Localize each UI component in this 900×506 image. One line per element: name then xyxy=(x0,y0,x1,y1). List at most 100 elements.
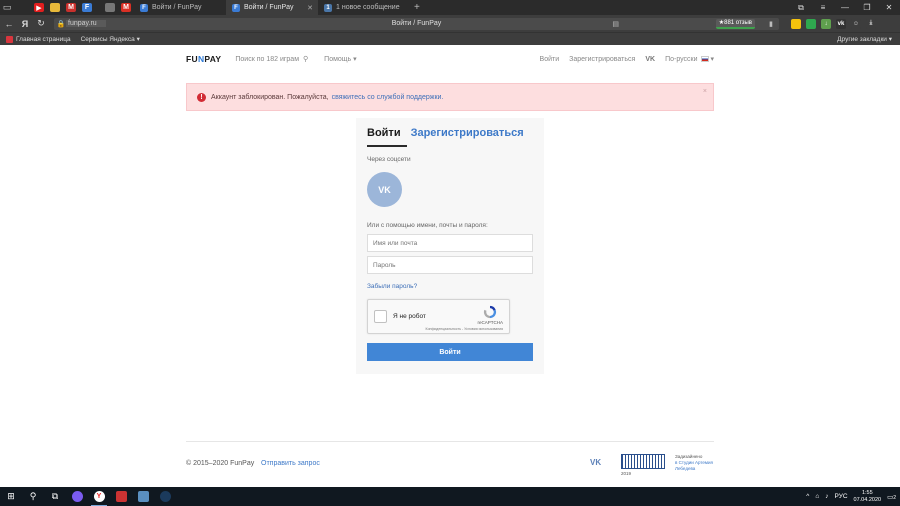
recaptcha-brand: reCAPTCHA xyxy=(477,320,503,325)
pinned-tab-icon[interactable]: M xyxy=(66,3,76,12)
extensions: ↓ vk ☺ ⤓ xyxy=(791,18,876,29)
login-card: Войти Зарегистрироваться Через соцсети V… xyxy=(356,118,544,374)
yandex-bookmark-icon xyxy=(6,35,13,43)
recaptcha-checkbox[interactable] xyxy=(374,310,387,323)
other-bookmarks[interactable]: Другие закладки ▾ xyxy=(837,35,892,43)
studio-credit[interactable]: Задизайнено в Студии Артемия Лебедева xyxy=(675,454,717,472)
bookmark-yandex-services[interactable]: Сервисы Яндекса ▾ xyxy=(81,35,140,43)
username-input[interactable] xyxy=(367,234,533,252)
site-header: FUNPAY Поиск по 182 играм ⚲ Помощь ▾ Вой… xyxy=(186,45,714,73)
tab-label: Войти / FunPay xyxy=(244,4,294,11)
menu-icon[interactable]: ≡ xyxy=(812,3,834,12)
restore-icon[interactable]: ❐ xyxy=(856,3,878,12)
close-tab-icon[interactable]: ✕ xyxy=(307,4,313,12)
pinned-tab-icon[interactable] xyxy=(50,3,60,12)
profile-icon[interactable]: ☺ xyxy=(851,18,861,29)
steam-icon[interactable] xyxy=(154,487,176,506)
game-search[interactable]: Поиск по 182 играм ⚲ xyxy=(235,55,308,64)
footer-vk-icon[interactable]: VK xyxy=(590,458,601,467)
adblock-shield-icon[interactable] xyxy=(806,18,816,29)
language-label: По-русски xyxy=(665,56,698,63)
page-title-in-omnibox: Войти / FunPay xyxy=(391,20,442,27)
active-tab-underline xyxy=(367,145,407,147)
screen: ▭ ▶ M F M F Войти / FunPay F Войти / Fun… xyxy=(0,0,900,506)
browser-tab[interactable]: 1 1 новое сообщение xyxy=(318,0,410,15)
pinned-gmail-icon[interactable]: M xyxy=(121,3,131,12)
recaptcha-terms[interactable]: Конфиденциальность - Условия использован… xyxy=(426,327,503,331)
new-tab-plus-icon[interactable]: + xyxy=(414,2,420,13)
minimize-icon[interactable]: — xyxy=(834,3,856,12)
other-bookmarks-label: Другие закладки ▾ xyxy=(837,36,892,43)
bookmark-icon[interactable]: ▮ xyxy=(769,20,773,28)
browser-tab-strip: ▭ ▶ M F M F Войти / FunPay F Войти / Fun… xyxy=(0,0,900,15)
app-icon[interactable] xyxy=(132,487,154,506)
vk-login-button[interactable]: VK xyxy=(367,172,402,207)
yandex-logo-icon[interactable]: Я xyxy=(18,19,32,29)
back-arrow-icon[interactable]: ← xyxy=(2,19,16,29)
barcode-year: 2019 xyxy=(621,471,632,476)
lock-icon[interactable]: 🔒 xyxy=(56,20,66,28)
vk-icon[interactable]: VK xyxy=(645,56,655,63)
input-language[interactable]: РУС xyxy=(835,493,848,500)
browser-tab[interactable]: F Войти / FunPay xyxy=(134,0,226,15)
window-controls: ⧉ ≡ — ❐ ✕ xyxy=(790,0,900,15)
download-extension-icon[interactable]: ↓ xyxy=(821,18,831,29)
app-icon[interactable] xyxy=(66,487,88,506)
volume-icon[interactable]: ♪ xyxy=(825,493,828,500)
logo-part: FU xyxy=(186,54,198,64)
help-menu[interactable]: Помощь ▾ xyxy=(324,55,357,63)
tab-manager-icon[interactable]: ▭ xyxy=(0,2,14,14)
bookmark-main-page[interactable]: Главная страница xyxy=(6,35,71,43)
yandex-browser-icon[interactable]: Y xyxy=(88,487,110,506)
support-link[interactable]: свяжитесь со службой поддержки. xyxy=(332,94,444,101)
funpay-logo[interactable]: FUNPAY xyxy=(186,54,221,64)
task-view-icon[interactable]: ⧉ xyxy=(44,487,66,506)
browser-tab-active[interactable]: F Войти / FunPay ✕ xyxy=(226,0,318,15)
downloads-icon[interactable]: ⤓ xyxy=(866,18,876,29)
forgot-password-link[interactable]: Забыли пароль? xyxy=(367,283,417,290)
recaptcha-widget: Я не робот reCAPTCHA Конфиденциальность … xyxy=(367,299,510,334)
header-right: Войти Зарегистрироваться VK По-русски ▾ xyxy=(540,55,714,64)
tab-login[interactable]: Войти xyxy=(367,127,401,139)
studio-link[interactable]: Лебедева xyxy=(675,466,717,472)
auth-tabs: Войти Зарегистрироваться xyxy=(367,127,524,139)
reader-mode-icon[interactable]: ▤ xyxy=(612,20,619,28)
app-icon[interactable] xyxy=(110,487,132,506)
pinned-youtube-icon[interactable]: ▶ xyxy=(34,3,44,12)
notification-count: 2 xyxy=(893,494,896,501)
purple-app-icon xyxy=(71,491,83,502)
send-request-link[interactable]: Отправить запрос xyxy=(261,460,320,467)
register-link[interactable]: Зарегистрироваться xyxy=(569,56,635,63)
system-tray: ^ ⌂ ♪ РУС 1:55 07.04.2020 ▭2 xyxy=(806,490,900,504)
vk-extension-icon[interactable]: vk xyxy=(836,18,846,29)
reload-icon[interactable]: ↻ xyxy=(34,18,48,29)
pinned-funpay-icon[interactable]: F xyxy=(82,3,92,12)
pinned-tab-icon[interactable] xyxy=(105,3,115,12)
extension-icon[interactable] xyxy=(791,18,801,29)
bookmarks-icon[interactable]: ⧉ xyxy=(790,3,812,13)
password-input[interactable] xyxy=(367,256,533,274)
vk-favicon-icon: 1 xyxy=(324,3,332,12)
network-icon[interactable]: ⌂ xyxy=(815,493,819,500)
barcode-logo-icon[interactable] xyxy=(621,454,665,469)
reviews-badge[interactable]: ★881 отзыв xyxy=(715,18,755,29)
windows-start-icon[interactable]: ⊞ xyxy=(0,487,22,506)
notifications-icon[interactable]: ▭2 xyxy=(887,493,896,501)
login-submit-button[interactable]: Войти xyxy=(367,343,533,361)
language-select[interactable]: По-русски ▾ xyxy=(665,55,714,63)
login-link[interactable]: Войти xyxy=(540,56,560,63)
search-icon[interactable]: ⚲ xyxy=(22,487,44,506)
search-placeholder[interactable]: Поиск по 182 играм xyxy=(235,56,299,63)
close-window-icon[interactable]: ✕ xyxy=(878,3,900,12)
clock-time: 1:55 xyxy=(861,489,873,496)
close-alert-icon[interactable]: × xyxy=(703,88,707,95)
clock-date: 07.04.2020 xyxy=(853,496,882,503)
tab-register[interactable]: Зарегистрироваться xyxy=(411,127,524,139)
clock[interactable]: 1:55 07.04.2020 xyxy=(854,490,882,504)
omnibox[interactable]: 🔒 funpay.ru Войти / FunPay ▤ ★881 отзыв … xyxy=(54,17,779,30)
footer-divider xyxy=(186,441,714,442)
yandex-logo-icon: Y xyxy=(93,491,105,502)
search-icon[interactable]: ⚲ xyxy=(303,55,308,63)
url-text[interactable]: funpay.ru xyxy=(66,20,106,27)
tray-chevron-up-icon[interactable]: ^ xyxy=(806,493,809,500)
